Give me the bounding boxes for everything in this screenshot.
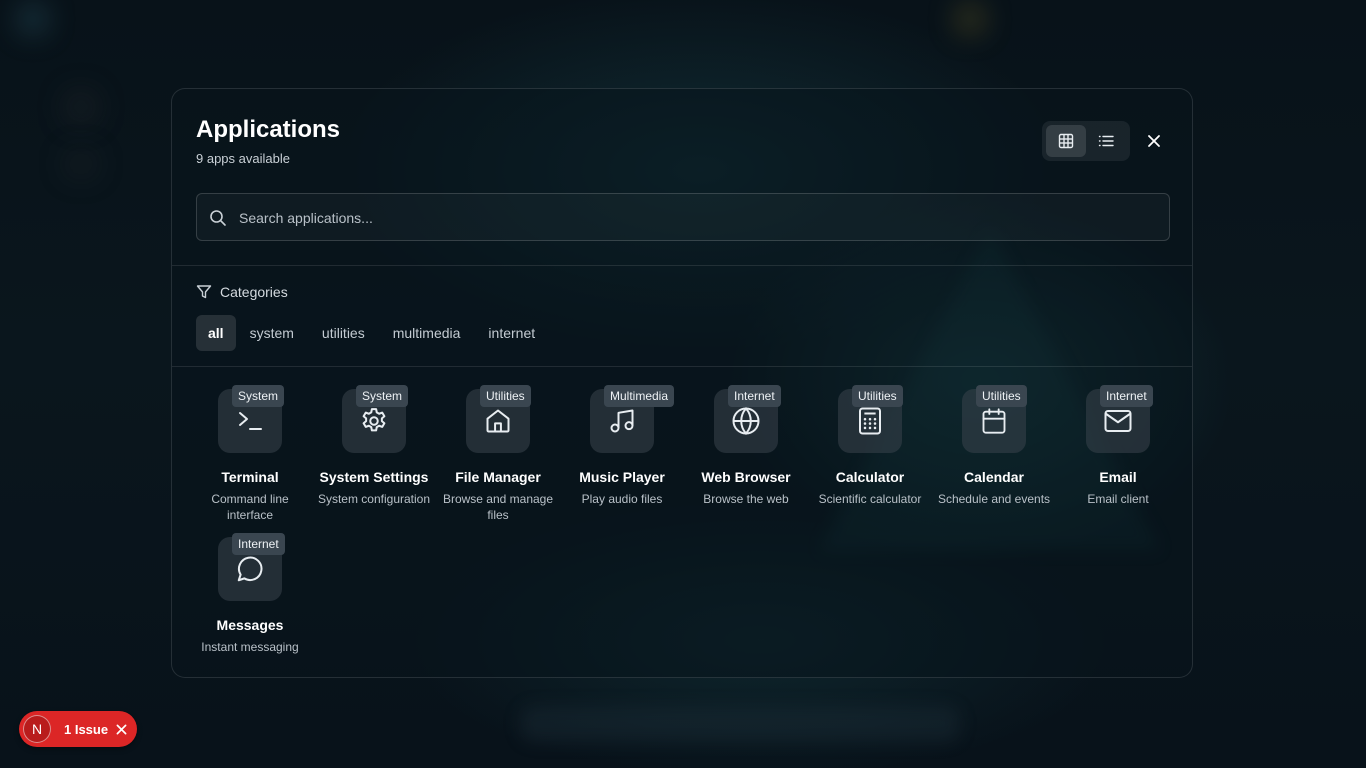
music-icon bbox=[610, 409, 634, 433]
app-tile-email[interactable]: Internet Email Email client bbox=[1056, 385, 1180, 507]
app-icon-wrapper: Multimedia bbox=[590, 385, 675, 453]
search-input[interactable] bbox=[237, 194, 1141, 242]
list-icon bbox=[1098, 135, 1114, 147]
globe-icon bbox=[732, 406, 760, 436]
app-icon-wrapper: System bbox=[342, 385, 409, 453]
app-tile-calendar[interactable]: Utilities Calendar Schedule and events bbox=[932, 385, 1056, 507]
app-icon-wrapper: Internet bbox=[714, 385, 781, 453]
home-icon bbox=[486, 409, 510, 433]
category-badge: Utilities bbox=[976, 385, 1027, 407]
app-name: Email bbox=[1099, 469, 1137, 485]
search-box bbox=[196, 193, 1170, 242]
app-count: 9 apps available bbox=[196, 151, 290, 166]
filter-icon bbox=[196, 285, 212, 299]
categories-label: Categories bbox=[220, 284, 288, 300]
issue-label: 1 Issue bbox=[64, 721, 109, 737]
app-description: System configuration bbox=[317, 492, 431, 506]
app-tile-calculator[interactable]: Utilities Calculator Scientific calculat… bbox=[808, 385, 932, 507]
app-name: System Settings bbox=[319, 469, 429, 485]
view-toggle bbox=[1042, 121, 1130, 161]
app-name: Calendar bbox=[964, 469, 1024, 485]
close-icon bbox=[1148, 135, 1160, 147]
tab-internet[interactable]: internet bbox=[474, 315, 549, 351]
tab-all[interactable]: all bbox=[196, 315, 236, 351]
app-icon-wrapper: Utilities bbox=[838, 385, 903, 453]
list-view-button[interactable] bbox=[1086, 125, 1126, 157]
tab-system[interactable]: system bbox=[236, 315, 308, 351]
app-name: Terminal bbox=[221, 469, 279, 485]
app-name: Messages bbox=[216, 617, 284, 633]
category-badge: Internet bbox=[728, 385, 781, 407]
message-icon bbox=[237, 556, 263, 582]
category-tabs: all system utilities multimedia internet bbox=[196, 315, 549, 351]
grid-icon bbox=[1058, 133, 1074, 149]
app-tile-web-browser[interactable]: Internet Web Browser Browse the web bbox=[684, 385, 808, 507]
app-tile-music-player[interactable]: Multimedia Music Player Play audio files bbox=[560, 385, 684, 507]
category-badge: System bbox=[356, 385, 409, 407]
app-name: Music Player bbox=[579, 469, 665, 485]
app-tile-file-manager[interactable]: Utilities File Manager Browse and manage… bbox=[436, 385, 560, 523]
app-tile-messages[interactable]: Internet Messages Instant messaging bbox=[188, 533, 312, 655]
avatar: N bbox=[23, 715, 51, 743]
calculator-icon bbox=[859, 407, 881, 435]
app-description: Scientific calculator bbox=[818, 492, 922, 506]
app-description: Schedule and events bbox=[937, 492, 1051, 506]
app-description: Instant messaging bbox=[201, 640, 299, 654]
app-launcher-panel: Applications 9 apps available Search app… bbox=[171, 88, 1193, 678]
app-description: Command line interface bbox=[211, 492, 289, 522]
app-icon-wrapper: Internet bbox=[1086, 385, 1153, 453]
tab-utilities[interactable]: utilities bbox=[308, 315, 379, 351]
app-name: Web Browser bbox=[701, 469, 791, 485]
category-badge: Utilities bbox=[480, 385, 531, 407]
launcher-header: Applications 9 apps available bbox=[196, 115, 340, 166]
app-description: Browse and manage files bbox=[442, 492, 554, 522]
search-icon bbox=[210, 210, 226, 226]
app-icon-wrapper: Utilities bbox=[962, 385, 1027, 453]
app-tile-terminal[interactable]: System Terminal Command line interface bbox=[188, 385, 312, 523]
mail-icon bbox=[1104, 410, 1132, 432]
category-badge: Multimedia bbox=[604, 385, 675, 407]
close-button[interactable] bbox=[1142, 129, 1166, 153]
app-description: Play audio files bbox=[581, 492, 663, 506]
app-description: Browse the web bbox=[703, 492, 789, 506]
categories-header: Categories bbox=[196, 284, 288, 300]
background-blur bbox=[64, 150, 98, 178]
app-name: Calculator bbox=[835, 469, 905, 485]
tab-multimedia[interactable]: multimedia bbox=[379, 315, 475, 351]
dock-blurred bbox=[520, 706, 960, 742]
category-badge: Utilities bbox=[852, 385, 903, 407]
background-blur bbox=[955, 4, 985, 34]
divider bbox=[172, 366, 1192, 367]
issue-badge[interactable]: N 1 Issue bbox=[19, 711, 137, 747]
gear-icon bbox=[362, 408, 386, 432]
divider bbox=[172, 265, 1192, 266]
grid-view-button[interactable] bbox=[1046, 125, 1086, 157]
background-blur bbox=[64, 90, 98, 124]
category-badge: System bbox=[232, 385, 285, 407]
background-blur bbox=[18, 4, 48, 34]
app-icon-wrapper: Internet bbox=[218, 533, 285, 601]
page-title: Applications bbox=[196, 116, 341, 143]
app-icon-wrapper: System bbox=[218, 385, 285, 453]
terminal-icon bbox=[239, 412, 262, 430]
calendar-icon bbox=[982, 408, 1006, 434]
app-tile-system-settings[interactable]: System System Settings System configurat… bbox=[312, 385, 436, 507]
app-icon-wrapper: Utilities bbox=[466, 385, 531, 453]
category-badge: Internet bbox=[1100, 385, 1153, 407]
app-description: Email client bbox=[1087, 492, 1149, 506]
category-badge: Internet bbox=[232, 533, 285, 555]
close-icon[interactable] bbox=[116, 724, 127, 735]
app-name: File Manager bbox=[455, 469, 541, 485]
